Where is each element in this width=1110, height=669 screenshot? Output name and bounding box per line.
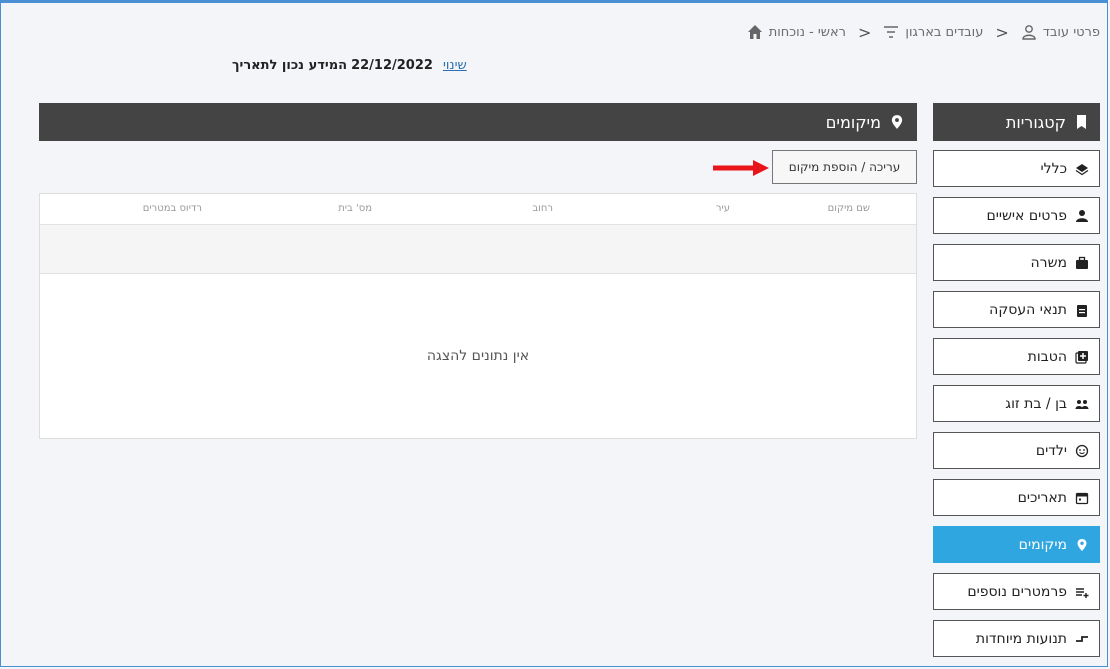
sidebar-item-label: הטבות [1027, 348, 1067, 365]
home-icon[interactable] [747, 24, 763, 40]
sidebar-item-label: תאריכים [1017, 489, 1067, 506]
clipboard-icon [1075, 303, 1089, 317]
column-header[interactable]: רחוב [532, 203, 553, 214]
calendar-icon [1075, 491, 1089, 505]
sidebar-item-employment-terms[interactable]: תנאי העסקה [933, 291, 1100, 328]
column-header[interactable]: עיר [716, 203, 730, 214]
sidebar-item-dates[interactable]: תאריכים [933, 479, 1100, 516]
sidebar-item-label: בן / בת זוג [1005, 395, 1067, 412]
locations-table: שם מיקום עיר רחוב מס' בית רדיוס במטרים א… [39, 193, 917, 439]
user-icon [1021, 24, 1037, 40]
sidebar-item-benefits[interactable]: הטבות [933, 338, 1100, 375]
info-text: המידע נכון לתאריך [232, 58, 348, 73]
couple-icon [1075, 397, 1089, 411]
edit-add-location-button[interactable]: עריכה / הוספת מיקום [772, 150, 917, 184]
breadcrumb-details: פרטי עובד [1042, 24, 1100, 40]
child-icon [1075, 444, 1089, 458]
sidebar-item-label: תנועות מיוחדות [975, 630, 1067, 647]
sidebar-item-label: תנאי העסקה [989, 301, 1067, 318]
categories-header: קטגוריות [933, 103, 1100, 141]
filter-icon [883, 24, 899, 40]
red-arrow-icon [713, 160, 769, 176]
movement-icon [1075, 632, 1089, 646]
panel-title: מיקומים [825, 112, 881, 132]
categories-list: כללי פרטים אישיים משרה תנאי העסקה הטבות … [933, 150, 1100, 667]
sidebar-item-children[interactable]: ילדים [933, 432, 1100, 469]
sidebar-item-label: כללי [1040, 160, 1067, 177]
breadcrumb-employees[interactable]: עובדים בארגון [905, 25, 983, 40]
empty-message: אין נתונים להצגה [426, 348, 530, 364]
sidebar-item-locations[interactable]: מיקומים [933, 526, 1100, 563]
chevron-left-icon: < [858, 22, 872, 42]
column-header[interactable]: רדיוס במטרים [143, 203, 202, 214]
briefcase-icon [1075, 256, 1089, 270]
breadcrumb-home[interactable]: ראשי - נוכחות [769, 25, 846, 40]
sidebar-item-extra-parameters[interactable]: פרמטרים נוספים [933, 573, 1100, 610]
sidebar-item-spouse[interactable]: בן / בת זוג [933, 385, 1100, 422]
layers-icon [1075, 162, 1089, 176]
location-icon [889, 114, 905, 130]
data-date-info: שינוי 22/12/2022 המידע נכון לתאריך [232, 58, 467, 73]
sidebar-item-general[interactable]: כללי [933, 150, 1100, 187]
plus-box-icon [1075, 350, 1089, 364]
sidebar-item-label: פרטים אישיים [986, 207, 1067, 224]
breadcrumb: ראשי - נוכחות < עובדים בארגון < פרטי עוב… [747, 20, 1100, 44]
sidebar-item-special-movements[interactable]: תנועות מיוחדות [933, 620, 1100, 657]
location-icon [1075, 538, 1089, 552]
person-icon [1075, 209, 1089, 223]
list-plus-icon [1075, 585, 1089, 599]
sidebar-item-personal[interactable]: פרטים אישיים [933, 197, 1100, 234]
categories-title: קטגוריות [1005, 112, 1066, 132]
table-header: שם מיקום עיר רחוב מס' בית רדיוס במטרים [40, 194, 916, 225]
column-header[interactable]: מס' בית [338, 203, 372, 214]
sidebar-item-label: ילדים [1035, 442, 1067, 459]
sidebar-item-label: פרמטרים נוספים [967, 583, 1067, 600]
info-date: 22/12/2022 [351, 58, 433, 73]
locations-panel-header: מיקומים [39, 103, 917, 141]
table-filter-row [40, 225, 916, 274]
bookmark-icon [1074, 114, 1090, 130]
change-date-link[interactable]: שינוי [443, 58, 467, 73]
sidebar-item-label: משרה [1030, 254, 1067, 271]
sidebar-item-position[interactable]: משרה [933, 244, 1100, 281]
sidebar-item-label: מיקומים [1018, 536, 1067, 553]
chevron-left-icon: < [995, 22, 1009, 42]
column-header[interactable]: שם מיקום [828, 203, 870, 214]
